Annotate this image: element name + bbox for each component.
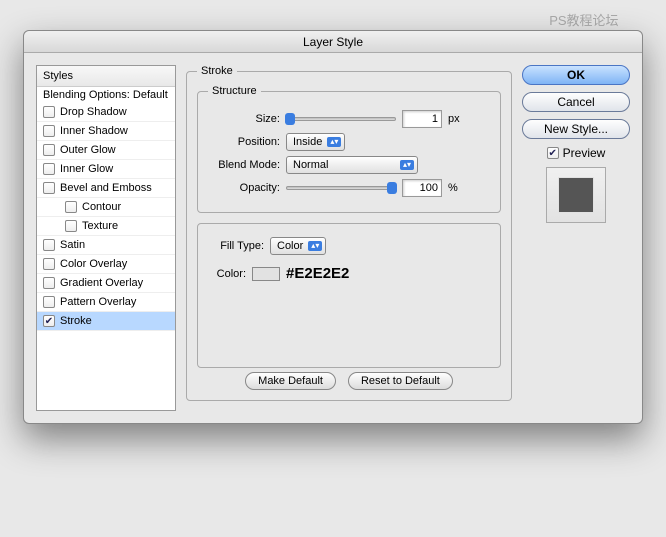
filltype-select[interactable]: Color▴▾ — [270, 237, 326, 255]
new-style-button[interactable]: New Style... — [522, 119, 630, 139]
ok-button[interactable]: OK — [522, 65, 630, 85]
color-label: Color: — [208, 268, 246, 280]
size-input[interactable] — [402, 110, 442, 128]
opacity-input[interactable] — [402, 179, 442, 197]
cancel-button[interactable]: Cancel — [522, 92, 630, 112]
structure-group: Structure Size: px Position: Inside▴▾ — [197, 85, 501, 213]
checkbox[interactable] — [43, 106, 55, 118]
checkbox[interactable] — [43, 144, 55, 156]
stroke-panel: Stroke Structure Size: px Position: Insi… — [186, 65, 512, 401]
opacity-slider[interactable] — [286, 186, 396, 190]
checkbox[interactable] — [43, 125, 55, 137]
sidebar-item-outer-glow[interactable]: Outer Glow — [37, 141, 175, 160]
chevron-updown-icon: ▴▾ — [308, 241, 322, 251]
checkbox[interactable] — [43, 239, 55, 251]
sidebar-item-bevel-and-emboss[interactable]: Bevel and Emboss — [37, 179, 175, 198]
color-swatch[interactable] — [252, 267, 280, 281]
styles-sidebar: Styles Blending Options: Default Drop Sh… — [36, 65, 176, 411]
checkbox[interactable] — [43, 258, 55, 270]
sidebar-header[interactable]: Styles — [37, 66, 175, 87]
sidebar-item-texture[interactable]: Texture — [37, 217, 175, 236]
opacity-label: Opacity: — [208, 182, 280, 194]
size-slider[interactable] — [286, 117, 396, 121]
filltype-label: Fill Type: — [208, 240, 264, 252]
size-label: Size: — [208, 113, 280, 125]
sidebar-item-pattern-overlay[interactable]: Pattern Overlay — [37, 293, 175, 312]
sidebar-item-color-overlay[interactable]: Color Overlay — [37, 255, 175, 274]
reset-default-button[interactable]: Reset to Default — [348, 372, 453, 390]
blending-options-row[interactable]: Blending Options: Default — [37, 87, 175, 103]
preview-label: Preview — [563, 146, 606, 160]
color-hex: #E2E2E2 — [286, 265, 349, 282]
position-label: Position: — [208, 136, 280, 148]
make-default-button[interactable]: Make Default — [245, 372, 336, 390]
sidebar-item-drop-shadow[interactable]: Drop Shadow — [37, 103, 175, 122]
stroke-legend: Stroke — [197, 65, 237, 77]
checkbox[interactable] — [43, 182, 55, 194]
checkbox[interactable] — [43, 296, 55, 308]
chevron-updown-icon: ▴▾ — [327, 137, 341, 147]
checkbox[interactable] — [65, 220, 77, 232]
checkbox[interactable]: ✔ — [43, 315, 55, 327]
checkbox[interactable] — [65, 201, 77, 213]
blendmode-select[interactable]: Normal▴▾ — [286, 156, 418, 174]
sidebar-item-stroke[interactable]: ✔Stroke — [37, 312, 175, 331]
layer-style-dialog: Layer Style Styles Blending Options: Def… — [23, 30, 643, 424]
sidebar-item-gradient-overlay[interactable]: Gradient Overlay — [37, 274, 175, 293]
sidebar-item-contour[interactable]: Contour — [37, 198, 175, 217]
fill-group: Fill Type: Color▴▾ Color: #E2E2E2 — [197, 223, 501, 368]
sidebar-item-inner-shadow[interactable]: Inner Shadow — [37, 122, 175, 141]
chevron-updown-icon: ▴▾ — [400, 160, 414, 170]
blendmode-label: Blend Mode: — [208, 159, 280, 171]
checkbox[interactable] — [43, 163, 55, 175]
preview-swatch — [546, 167, 606, 223]
sidebar-item-inner-glow[interactable]: Inner Glow — [37, 160, 175, 179]
sidebar-item-satin[interactable]: Satin — [37, 236, 175, 255]
preview-checkbox[interactable]: ✔ — [547, 147, 559, 159]
dialog-title: Layer Style — [24, 31, 642, 53]
position-select[interactable]: Inside▴▾ — [286, 133, 345, 151]
checkbox[interactable] — [43, 277, 55, 289]
